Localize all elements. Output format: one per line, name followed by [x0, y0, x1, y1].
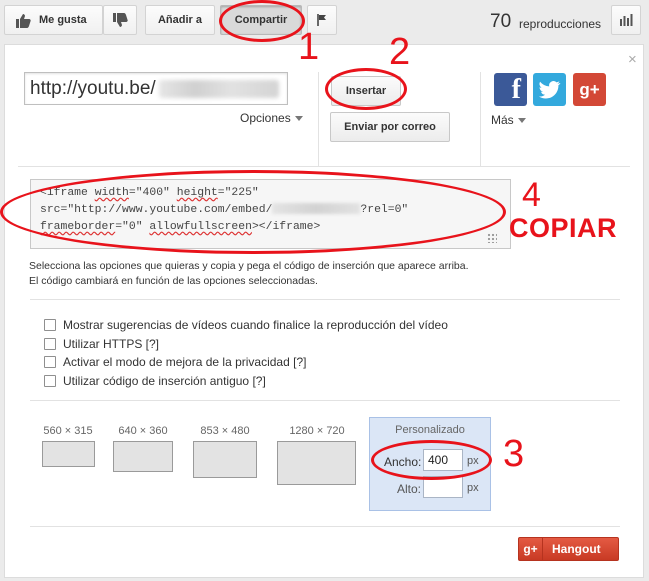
divider	[480, 72, 481, 166]
add-to-button[interactable]: Añadir a	[145, 5, 215, 35]
stats-button[interactable]	[611, 5, 641, 35]
size-option-560[interactable]	[42, 441, 95, 467]
annotation-number: 3	[503, 433, 525, 475]
size-option-1280[interactable]	[277, 441, 356, 485]
divider	[30, 526, 620, 527]
size-option-label: 560 × 315	[43, 425, 93, 437]
like-button[interactable]: Me gusta	[4, 5, 103, 35]
divider	[318, 72, 319, 166]
thumbs-up-icon	[16, 13, 31, 28]
checkbox[interactable]	[44, 319, 56, 331]
checkbox-label: Utilizar HTTPS [?]	[63, 337, 160, 351]
chevron-down-icon	[517, 117, 526, 123]
view-count-number: 70	[490, 11, 512, 32]
embed-help-text: Selecciona las opciones que quieras y co…	[29, 259, 469, 289]
help-line: El código cambiará en función de las opc…	[29, 275, 318, 287]
height-label: Alto:	[397, 482, 422, 496]
annotation-circle-code	[0, 170, 506, 254]
checkbox-privacy[interactable]: Activar el modo de mejora de la privacid…	[44, 354, 306, 370]
size-option-label: 853 × 480	[200, 425, 250, 437]
checkbox-suggestions[interactable]: Mostrar sugerencias de vídeos cuando fin…	[44, 317, 448, 333]
divider	[30, 299, 620, 300]
checkbox[interactable]	[44, 356, 56, 368]
resize-grip-icon[interactable]	[487, 233, 497, 243]
like-label: Me gusta	[39, 14, 87, 26]
more-dropdown[interactable]: Más	[491, 113, 526, 127]
bar-chart-icon	[620, 14, 633, 26]
annotation-number: 1	[298, 26, 320, 68]
checkbox[interactable]	[44, 375, 56, 387]
view-count-label: reproducciones	[519, 17, 602, 31]
checkbox-https[interactable]: Utilizar HTTPS [?]	[44, 336, 159, 352]
checkbox-label: Utilizar código de inserción antiguo [?]	[63, 374, 266, 388]
chevron-down-icon	[294, 115, 303, 121]
short-url-input[interactable]: http://youtu.be/	[24, 72, 288, 105]
add-to-label: Añadir a	[157, 14, 202, 26]
email-button[interactable]: Enviar por correo	[330, 112, 450, 142]
google-plus-icon[interactable]: g+	[573, 73, 606, 106]
options-dropdown[interactable]: Opciones	[240, 111, 303, 125]
annotation-circle-width	[371, 440, 492, 480]
checkbox-legacy-embed[interactable]: Utilizar código de inserción antiguo [?]	[44, 373, 266, 389]
annotation-number: 2	[389, 31, 411, 73]
short-url-text: http://youtu.be/	[30, 78, 156, 99]
dislike-button[interactable]	[103, 5, 137, 35]
divider	[18, 166, 630, 167]
custom-size-title: Personalizado	[395, 424, 465, 436]
size-option-label: 640 × 360	[118, 425, 168, 437]
thumbs-down-icon	[113, 12, 128, 27]
checkbox-label: Activar el modo de mejora de la privacid…	[63, 355, 307, 369]
email-button-label: Enviar por correo	[344, 121, 436, 133]
size-option-853[interactable]	[193, 441, 257, 478]
short-url-blurred-id	[158, 79, 279, 98]
hangout-button[interactable]: g+ Hangout	[518, 537, 619, 561]
hangout-label: Hangout	[552, 542, 601, 556]
options-label: Opciones	[240, 111, 291, 125]
height-unit: px	[467, 482, 479, 494]
more-label: Más	[491, 113, 514, 127]
view-count: 70	[490, 11, 511, 33]
google-plus-icon: g+	[519, 538, 543, 560]
size-option-640[interactable]	[113, 441, 173, 472]
checkbox-label: Mostrar sugerencias de vídeos cuando fin…	[63, 318, 448, 332]
annotation-copiar: COPIAR	[509, 213, 618, 243]
twitter-icon[interactable]	[533, 73, 566, 106]
share-panel	[4, 44, 644, 578]
help-line: Selecciona las opciones que quieras y co…	[29, 260, 469, 272]
checkbox[interactable]	[44, 338, 56, 350]
divider	[30, 400, 620, 401]
facebook-icon[interactable]: f	[494, 73, 527, 106]
flag-icon	[317, 14, 326, 26]
close-icon[interactable]: ×	[628, 51, 637, 68]
annotation-number: 4	[522, 176, 541, 214]
annotation-circle-share	[219, 0, 305, 42]
annotation-circle-embed	[325, 68, 407, 110]
size-option-label: 1280 × 720	[289, 425, 345, 437]
